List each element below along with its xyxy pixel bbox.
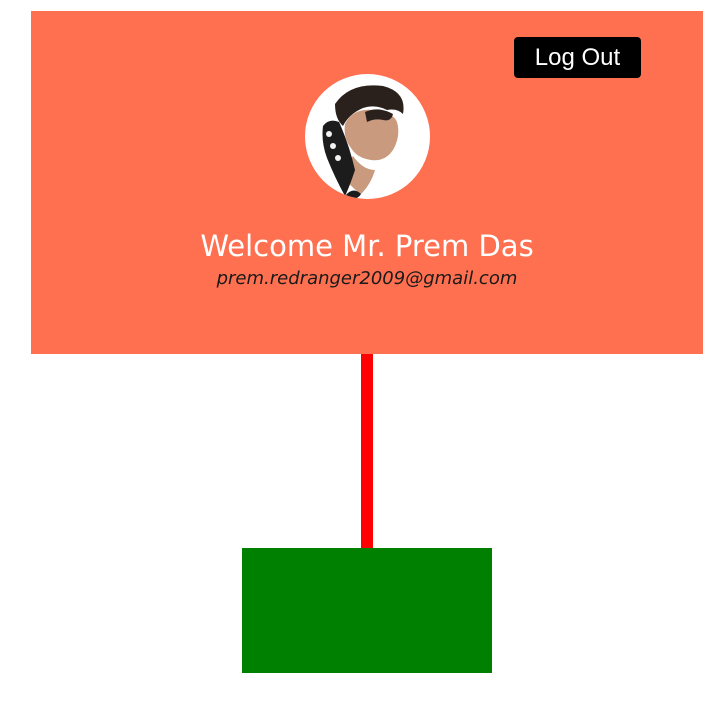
page: Log Out Welcome Mr. Prem Das prem.redran…: [0, 0, 728, 712]
welcome-title: Welcome Mr. Prem Das: [200, 229, 534, 263]
avatar: [305, 74, 430, 199]
user-portrait-icon: [322, 85, 404, 199]
connector-line: [361, 354, 373, 548]
logout-button[interactable]: Log Out: [514, 37, 641, 78]
green-block: [242, 548, 492, 673]
profile-card: Log Out Welcome Mr. Prem Das prem.redran…: [31, 11, 703, 354]
user-email: prem.redranger2009@gmail.com: [216, 268, 518, 289]
